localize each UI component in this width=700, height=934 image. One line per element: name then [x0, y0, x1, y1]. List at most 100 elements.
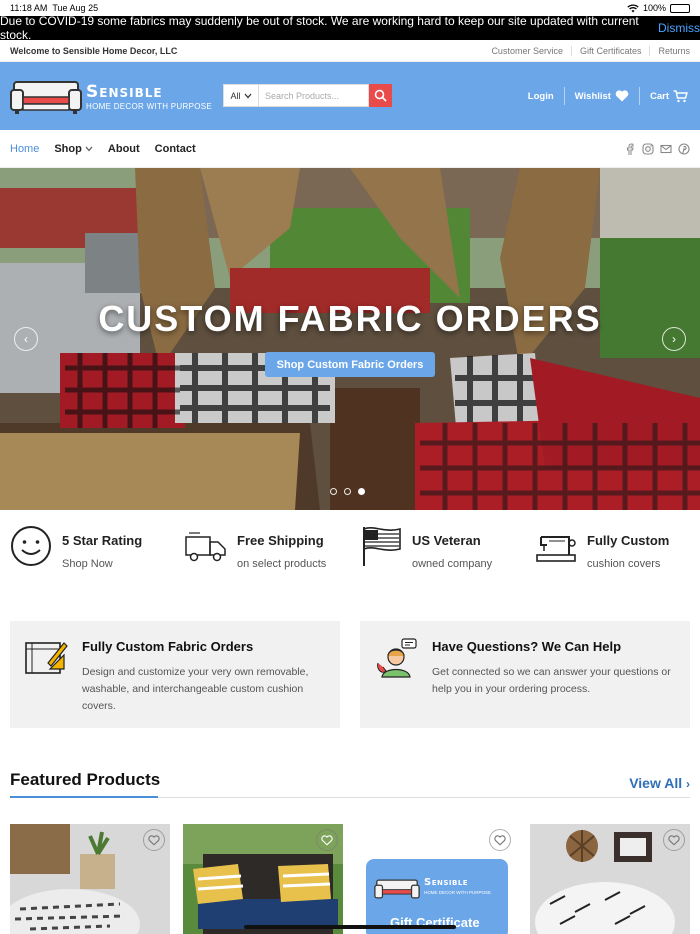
feature-sub: owned company: [412, 558, 493, 570]
home-indicator: [244, 925, 456, 929]
design-pencil-icon: [25, 642, 68, 674]
truck-icon: [185, 532, 226, 562]
returns-link[interactable]: Returns: [649, 45, 690, 56]
heart-icon: [668, 834, 680, 846]
email-icon[interactable]: [660, 143, 672, 155]
dismiss-link[interactable]: Dismiss: [658, 21, 700, 35]
search-form: All Search Products...: [223, 84, 392, 107]
product-card-1[interactable]: [10, 824, 170, 934]
cart-link[interactable]: Cart: [649, 89, 688, 103]
nav-about[interactable]: About: [108, 143, 140, 155]
hero-title: CUSTOM FABRIC ORDERS: [98, 298, 602, 339]
sewing-machine-icon: [536, 536, 576, 562]
status-time: 11:18 AM: [10, 3, 48, 13]
wishlist-heart-button[interactable]: [663, 829, 685, 851]
customer-service-link[interactable]: Customer Service: [483, 46, 571, 56]
product-card-3[interactable]: Sensible HOME DECOR WITH PURPOSE Gift Ce…: [356, 824, 516, 934]
view-all-label: View All: [629, 775, 683, 791]
notice-text: Due to COVID-19 some fabrics may suddenl…: [0, 14, 639, 42]
wishlist-heart-button[interactable]: [143, 829, 165, 851]
login-link[interactable]: Login: [528, 91, 554, 102]
nav-contact[interactable]: Contact: [155, 143, 196, 155]
search-icon: [374, 89, 387, 102]
box-body: Get connected so we can answer your ques…: [432, 666, 671, 695]
nav-shop[interactable]: Shop: [54, 143, 93, 155]
feature-title: Free Shipping: [237, 533, 324, 548]
hero-cta-button[interactable]: Shop Custom Fabric Orders: [265, 352, 435, 377]
chevron-down-icon: [85, 146, 93, 151]
search-category-select[interactable]: All: [223, 84, 259, 107]
feature-shipping: Free Shipping on select products: [185, 525, 326, 570]
wishlist-heart-button[interactable]: [489, 829, 511, 851]
feature-custom: Fully Custom cushion covers: [535, 525, 669, 570]
site-logo[interactable]: Sensible HOME DECOR WITH PURPOSE: [10, 77, 212, 115]
heart-icon: [615, 90, 629, 102]
chevron-right-icon: ›: [686, 777, 690, 791]
view-all-link[interactable]: View All ›: [629, 775, 690, 791]
divider: [563, 87, 565, 105]
battery-percent: 100%: [642, 3, 666, 13]
search-input[interactable]: Search Products...: [259, 84, 369, 107]
cart-icon: [673, 89, 688, 102]
custom-orders-box[interactable]: Fully Custom Fabric Orders Design and cu…: [10, 621, 340, 728]
feature-rating: 5 Star Rating Shop Now: [10, 525, 142, 570]
box-body: Design and customize your very own remov…: [82, 666, 309, 712]
brand-name: Sensible: [86, 81, 163, 102]
top-bar: Welcome to Sensible Home Decor, LLC Cust…: [0, 40, 700, 62]
wifi-icon: [627, 3, 639, 12]
gift-card-image: Sensible HOME DECOR WITH PURPOSE Gift Ce…: [366, 859, 508, 934]
instagram-icon[interactable]: [642, 142, 654, 155]
heart-icon: [321, 834, 333, 846]
feature-title: Fully Custom: [587, 533, 670, 548]
smiley-icon: [11, 526, 51, 566]
wishlist-link[interactable]: Wishlist: [575, 90, 629, 102]
welcome-text: Welcome to Sensible Home Decor, LLC: [10, 45, 178, 56]
status-date: Tue Aug 25: [52, 3, 99, 13]
main-nav: Home Shop About Contact: [0, 130, 700, 168]
featured-products-header: Featured Products View All ›: [10, 770, 690, 798]
couch-logo-icon: [10, 81, 82, 114]
wishlist-label: Wishlist: [574, 90, 611, 102]
pinterest-icon[interactable]: [678, 142, 690, 155]
header-account: Login Wishlist Cart: [528, 62, 688, 130]
feature-sub: cushion covers: [587, 558, 661, 570]
facebook-icon[interactable]: [624, 142, 636, 155]
gift-tagline: HOME DECOR WITH PURPOSE: [424, 890, 492, 895]
feature-title: US Veteran: [412, 533, 481, 548]
slider-dot-2[interactable]: [344, 488, 351, 495]
support-agent-icon: [377, 638, 417, 678]
feature-sub: on select products: [237, 558, 327, 570]
couch-logo-icon: [374, 879, 420, 899]
box-title: Have Questions? We Can Help: [432, 639, 622, 654]
wishlist-heart-button[interactable]: [316, 829, 338, 851]
product-card-4[interactable]: [530, 824, 690, 934]
battery-icon: [670, 3, 690, 13]
divider: [638, 87, 640, 105]
cart-label: Cart: [649, 90, 669, 102]
gift-certificates-link[interactable]: Gift Certificates: [570, 45, 650, 56]
slider-dot-3[interactable]: [358, 488, 365, 495]
slider-dots: [330, 488, 365, 495]
product-card-2[interactable]: [183, 824, 343, 934]
feature-sub[interactable]: Shop Now: [62, 558, 142, 570]
gift-brand: Sensible: [424, 877, 469, 888]
feature-veteran: US Veteran owned company: [360, 525, 492, 570]
search-button[interactable]: [369, 84, 392, 107]
nav-home[interactable]: Home: [10, 143, 39, 155]
heart-icon: [148, 834, 160, 846]
brand-tagline: HOME DECOR WITH PURPOSE: [86, 101, 213, 111]
flag-icon: [363, 527, 401, 566]
heart-icon: [494, 834, 506, 846]
chevron-down-icon: [244, 93, 251, 98]
feature-title: 5 Star Rating: [62, 533, 143, 548]
slider-dot-1[interactable]: [330, 488, 337, 495]
section-title: Featured Products: [10, 770, 161, 789]
top-links: Customer Service Gift Certificates Retur…: [483, 45, 690, 56]
help-box[interactable]: Have Questions? We Can Help Get connecte…: [360, 621, 690, 728]
box-title: Fully Custom Fabric Orders: [82, 639, 254, 654]
search-category-value: All: [230, 90, 241, 101]
social-links: [624, 142, 690, 155]
nav-shop-label: Shop: [54, 142, 82, 155]
covid-notice-bar: Due to COVID-19 some fabrics may suddenl…: [0, 14, 700, 42]
feature-strip: 5 Star Rating Shop Now Free Shipping on se…: [0, 525, 700, 585]
